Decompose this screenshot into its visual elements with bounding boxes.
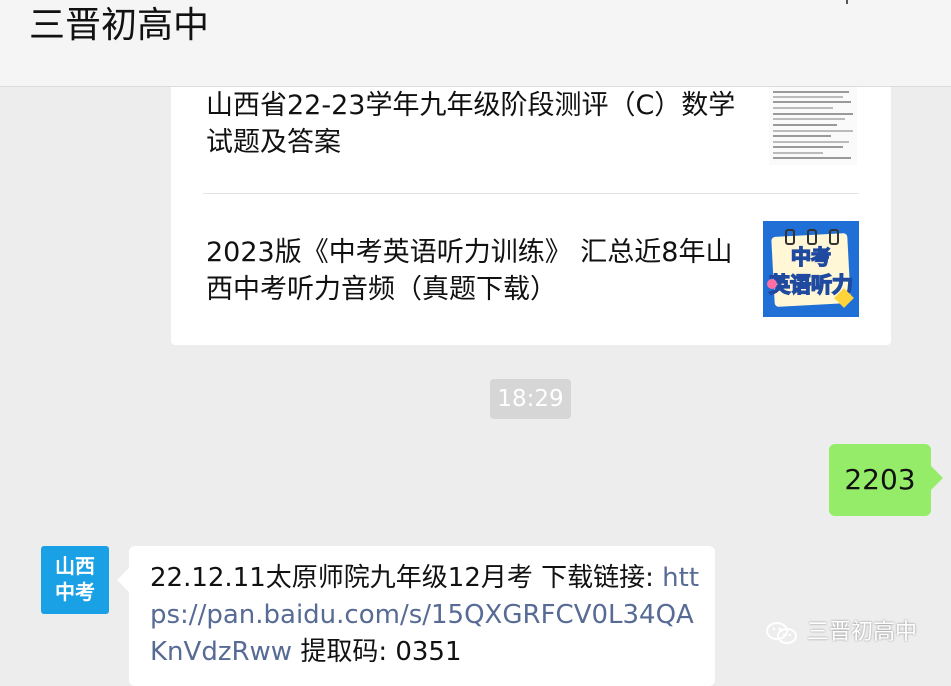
reply-text-prefix: 22.12.11太原师院九年级12月考 下载链接:	[150, 563, 663, 593]
timestamp: 18:29	[490, 379, 571, 419]
my-message-bubble[interactable]: 2203	[829, 444, 943, 516]
reply-message-text: 22.12.11太原师院九年级12月考 下载链接: https://pan.ba…	[150, 560, 700, 671]
article-divider	[203, 193, 859, 194]
article-title: 山西省22-23学年九年级阶段测评（C）数学试题及答案	[206, 90, 736, 158]
article-card: 山西省22-23学年九年级阶段测评（C）数学试题及答案 2023版《中考英语听力…	[171, 87, 891, 345]
more-menu-icon[interactable]	[846, 0, 848, 4]
document-thumbnail-icon	[769, 87, 857, 165]
extraction-code: 提取码: 0351	[292, 637, 462, 667]
chat-title: 三晋初高中	[29, 5, 210, 46]
avatar[interactable]: 山西 中考	[41, 546, 109, 614]
watermark: 三晋初高中	[764, 619, 917, 647]
my-message-text: 2203	[844, 463, 916, 496]
wechat-icon	[766, 622, 797, 644]
article-item-math[interactable]: 山西省22-23学年九年级阶段测评（C）数学试题及答案	[171, 87, 891, 187]
article-title: 2023版《中考英语听力训练》 汇总近8年山西中考听力音频（真题下载）	[206, 237, 733, 305]
english-listening-thumbnail-icon: 中考 英语听力	[763, 221, 859, 317]
avatar-line2: 中考	[55, 580, 95, 604]
avatar-line1: 山西	[55, 554, 95, 578]
reply-message-bubble[interactable]: 22.12.11太原师院九年级12月考 下载链接: https://pan.ba…	[117, 546, 715, 686]
chat-header: 三晋初高中	[0, 0, 951, 87]
watermark-label: 三晋初高中	[807, 620, 918, 645]
